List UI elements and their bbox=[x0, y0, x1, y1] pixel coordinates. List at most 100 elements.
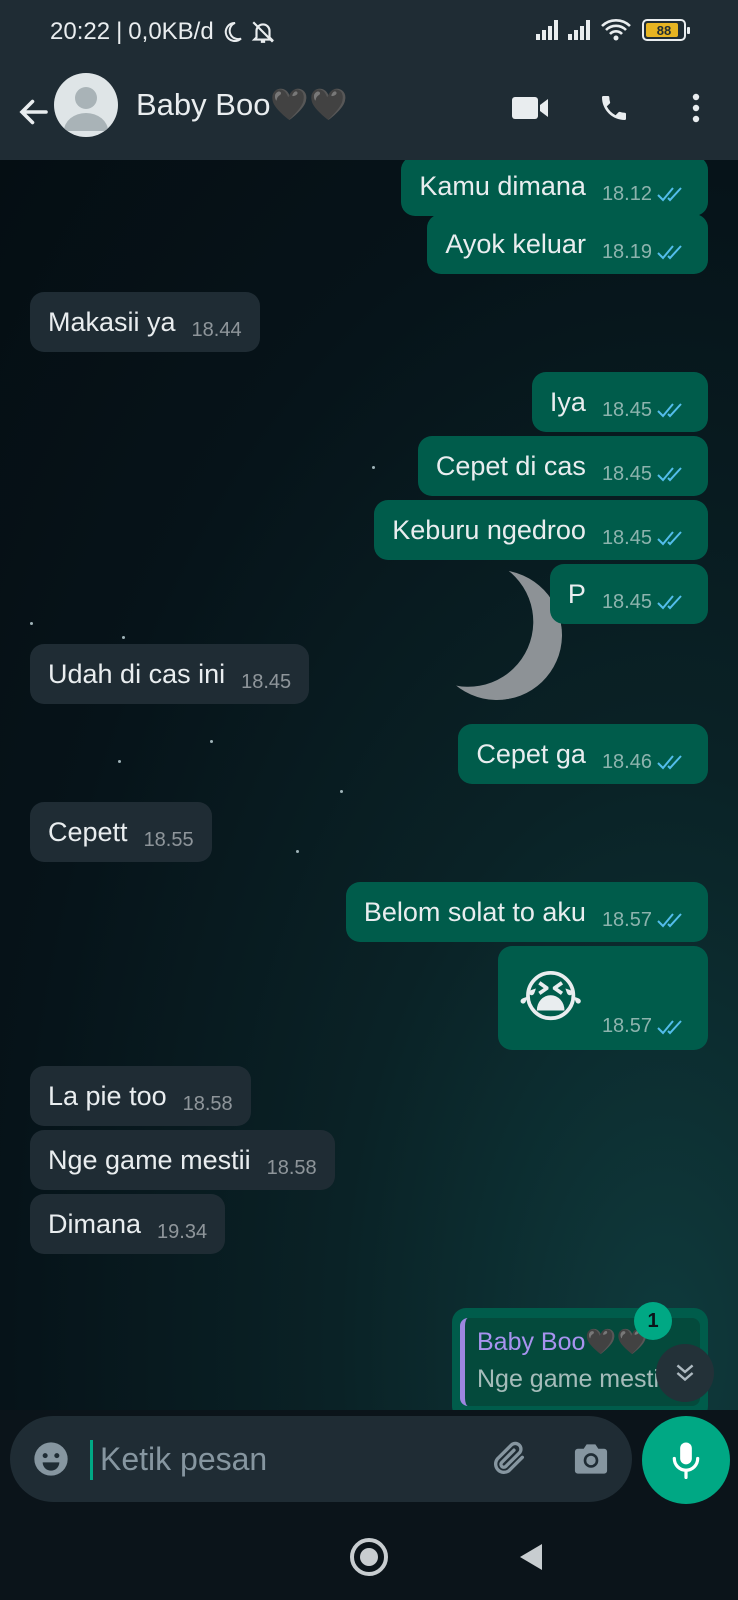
message-text: Iya bbox=[549, 386, 586, 417]
message-input[interactable] bbox=[100, 1434, 460, 1484]
message-time: 18.57 bbox=[601, 908, 652, 931]
attach-button[interactable] bbox=[484, 1434, 534, 1484]
message-time: 18.58 bbox=[266, 1156, 317, 1179]
outgoing-message-bubble[interactable]: Cepet ga 18.46 bbox=[458, 724, 708, 784]
status-left: 20:22 | 0,0KB/d bbox=[50, 18, 276, 46]
scroll-to-bottom-button[interactable] bbox=[656, 1344, 714, 1402]
outgoing-message-bubble[interactable]: Cepet di cas 18.45 bbox=[417, 436, 708, 496]
more-options-icon bbox=[692, 93, 700, 123]
wallpaper-star bbox=[30, 622, 33, 625]
wallpaper-star bbox=[340, 790, 343, 793]
message-meta: 18.19 bbox=[602, 241, 690, 264]
read-ticks-icon bbox=[657, 531, 682, 546]
wallpaper-star bbox=[122, 636, 125, 639]
message-text: Keburu ngedroo bbox=[392, 514, 586, 545]
read-ticks-icon bbox=[657, 595, 682, 610]
read-ticks-icon bbox=[657, 403, 682, 418]
battery-level: 88 bbox=[656, 22, 672, 38]
message-composer[interactable] bbox=[10, 1416, 632, 1502]
voice-call-button[interactable] bbox=[590, 84, 638, 132]
message-time: 18.46 bbox=[601, 750, 652, 773]
read-ticks-icon bbox=[657, 187, 682, 202]
camera-button[interactable] bbox=[566, 1434, 616, 1484]
message-text: Kamu dimana bbox=[419, 170, 586, 201]
message-time: 18.58 bbox=[182, 1092, 233, 1115]
signal-strength-icon bbox=[536, 20, 558, 40]
camera-icon bbox=[574, 1444, 608, 1474]
system-back-button[interactable] bbox=[514, 1540, 548, 1574]
message-meta: 19.34 bbox=[157, 1221, 207, 1244]
chat-area[interactable]: Kamu dimana 18.12 Ayok keluar 18.19 Makasii … bbox=[0, 160, 738, 1410]
status-bar: 20:22 | 0,0KB/d 88 bbox=[0, 0, 738, 68]
notifications-off-icon bbox=[251, 21, 274, 43]
message-text: Cepett bbox=[48, 816, 128, 847]
message-time: 18.19 bbox=[601, 240, 652, 263]
video-call-icon bbox=[512, 97, 548, 119]
incoming-message-bubble[interactable]: Makasii ya 18.44 bbox=[30, 292, 260, 352]
read-ticks-icon bbox=[657, 755, 682, 770]
wallpaper-star bbox=[372, 466, 375, 469]
message-meta: 18.45 bbox=[602, 591, 690, 614]
video-call-button[interactable] bbox=[506, 84, 554, 132]
contact-name[interactable]: Baby Boo🖤🖤 bbox=[136, 86, 348, 123]
incoming-message-bubble[interactable]: Nge game mestii 18.58 bbox=[30, 1130, 335, 1190]
back-button[interactable] bbox=[12, 90, 56, 134]
outgoing-message-bubble[interactable]: Ayok keluar 18.19 bbox=[427, 214, 708, 274]
message-meta: 18.45 bbox=[602, 527, 690, 550]
message-time: 18.55 bbox=[143, 828, 194, 851]
message-text: 😭 bbox=[518, 965, 584, 1028]
read-ticks-icon bbox=[657, 1019, 682, 1034]
message-meta: 18.57 bbox=[602, 909, 690, 932]
message-meta: 18.58 bbox=[267, 1157, 317, 1180]
message-text: Makasii ya bbox=[48, 306, 176, 337]
message-text: Nge game mestii bbox=[48, 1144, 251, 1175]
message-text: Cepet ga bbox=[476, 738, 586, 769]
outgoing-message-bubble[interactable]: Iya 18.45 bbox=[531, 372, 708, 432]
message-text: P bbox=[567, 578, 586, 609]
message-input-bar bbox=[0, 1410, 738, 1512]
message-text: La pie too bbox=[48, 1080, 167, 1111]
avatar[interactable] bbox=[54, 73, 118, 137]
emoji-button[interactable] bbox=[28, 1436, 74, 1482]
wallpaper-star bbox=[296, 850, 299, 853]
message-text: Belom solat to aku bbox=[363, 896, 586, 927]
message-time: 18.45 bbox=[601, 590, 652, 613]
read-ticks-icon bbox=[657, 467, 682, 482]
outgoing-message-bubble[interactable]: Kamu dimana 18.12 bbox=[401, 160, 708, 216]
back-arrow-icon bbox=[19, 99, 48, 125]
paperclip-icon bbox=[494, 1441, 524, 1474]
message-text: Ayok keluar bbox=[445, 228, 586, 259]
message-meta: 18.45 bbox=[602, 463, 690, 486]
message-text: Dimana bbox=[48, 1208, 142, 1239]
outgoing-message-bubble[interactable]: Belom solat to aku 18.57 bbox=[345, 882, 708, 942]
incoming-message-bubble[interactable]: Udah di cas ini 18.45 bbox=[30, 644, 310, 704]
outgoing-message-bubble[interactable]: 😭 18.57 bbox=[498, 946, 708, 1050]
default-avatar-icon bbox=[64, 87, 108, 131]
message-time: 18.12 bbox=[601, 182, 652, 205]
outgoing-message-bubble[interactable]: P 18.45 bbox=[549, 564, 708, 624]
home-button[interactable] bbox=[350, 1538, 388, 1576]
status-separator: | bbox=[116, 18, 123, 45]
message-meta: 18.45 bbox=[241, 671, 291, 694]
message-time: 19.34 bbox=[157, 1220, 208, 1243]
message-text: Udah di cas ini bbox=[48, 658, 226, 689]
incoming-message-bubble[interactable]: Dimana 19.34 bbox=[30, 1194, 226, 1254]
message-time: 18.45 bbox=[601, 462, 652, 485]
message-meta: 18.55 bbox=[144, 829, 194, 852]
incoming-message-bubble[interactable]: Cepett 18.55 bbox=[30, 802, 212, 862]
chat-header: Baby Boo🖤🖤 bbox=[0, 68, 738, 160]
message-time: 18.45 bbox=[601, 526, 652, 549]
data-rate: 0,0KB/d bbox=[128, 18, 214, 45]
outgoing-message-bubble[interactable]: Keburu ngedroo 18.45 bbox=[374, 500, 708, 560]
signal-strength-icon-2 bbox=[568, 20, 590, 40]
incoming-message-bubble[interactable]: La pie too 18.58 bbox=[30, 1066, 251, 1126]
voice-call-icon bbox=[602, 96, 626, 120]
home-icon bbox=[360, 1548, 378, 1566]
more-options-button[interactable] bbox=[672, 84, 720, 132]
emoji-icon bbox=[34, 1442, 68, 1476]
voice-message-button[interactable] bbox=[642, 1416, 730, 1504]
wallpaper-star bbox=[210, 740, 213, 743]
message-meta: 18.44 bbox=[192, 319, 242, 342]
double-chevron-down-icon bbox=[676, 1364, 694, 1382]
wifi-icon bbox=[601, 19, 631, 41]
